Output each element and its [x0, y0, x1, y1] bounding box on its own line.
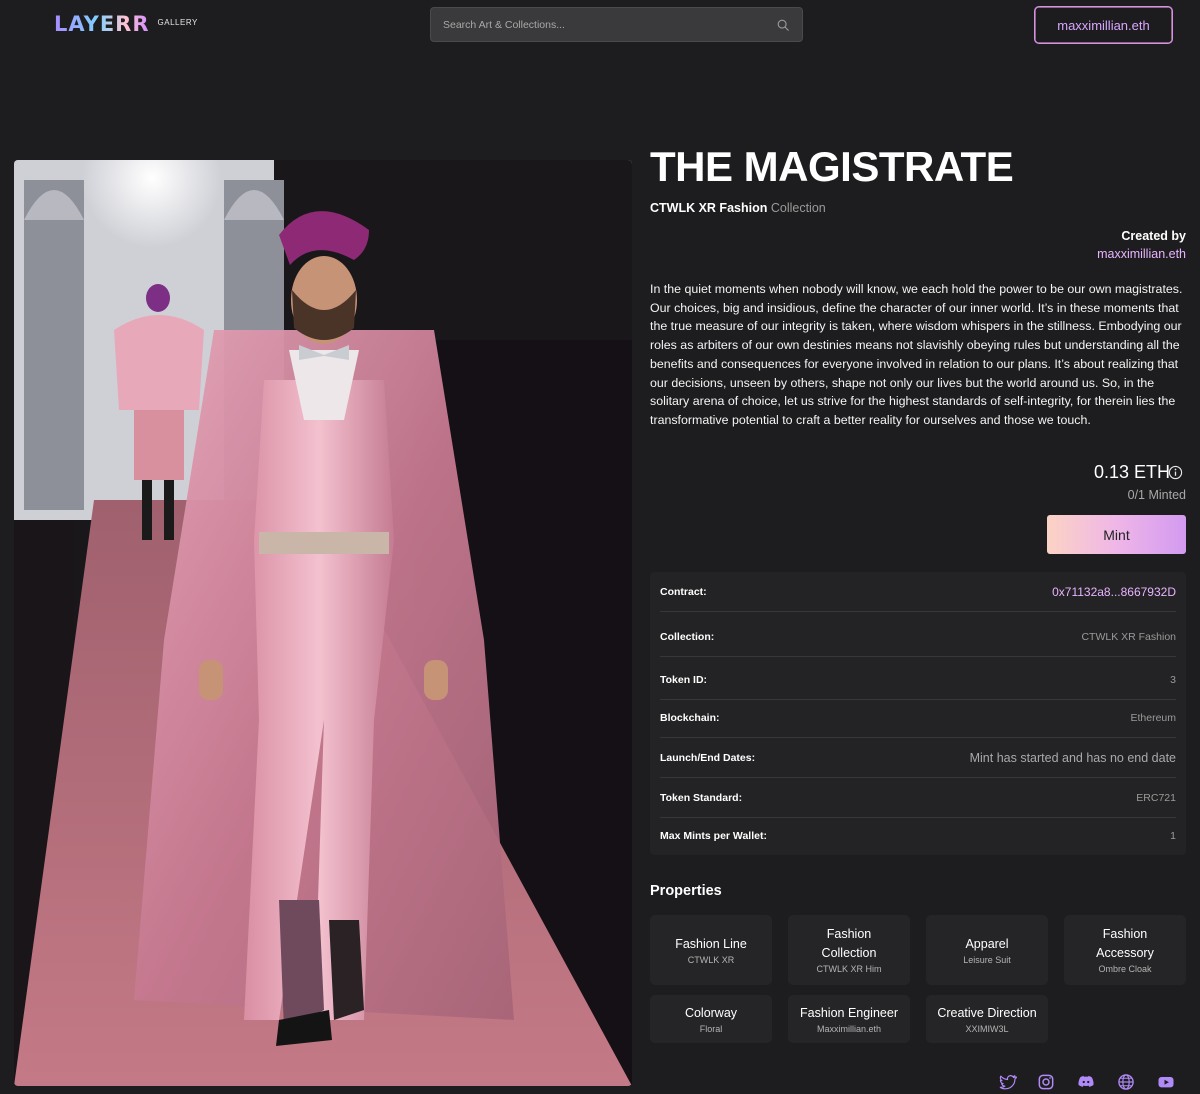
instagram-icon[interactable]: [1036, 1072, 1056, 1092]
search-input[interactable]: [443, 18, 776, 31]
detail-value: 1: [1170, 830, 1176, 842]
property-card: Creative Direction XXIMIW3L: [926, 995, 1048, 1043]
detail-label: Token ID:: [660, 673, 708, 686]
detail-label: Collection:: [660, 630, 715, 643]
detail-row-max-mints: Max Mints per Wallet: 1: [660, 816, 1176, 856]
property-value: Floral: [699, 1023, 723, 1034]
creator-link[interactable]: maxximillian.eth: [1097, 247, 1186, 261]
property-name: Creative Direction: [937, 1005, 1037, 1020]
contract-address-link[interactable]: 0x71132a8...8667932D: [1052, 585, 1176, 599]
properties-heading: Properties: [650, 883, 722, 899]
detail-value: ERC721: [1136, 791, 1176, 804]
mint-button[interactable]: Mint: [1047, 515, 1186, 554]
property-value: CTWLK XR: [687, 954, 735, 965]
detail-label: Max Mints per Wallet:: [660, 830, 767, 842]
property-name: Colorway: [684, 1005, 738, 1020]
youtube-icon[interactable]: [1156, 1072, 1176, 1092]
created-by-label: Created by: [1121, 229, 1186, 243]
detail-value: Ethereum: [1130, 711, 1176, 724]
detail-row-blockchain: Blockchain: Ethereum: [660, 698, 1176, 738]
detail-label: Token Standard:: [660, 791, 743, 804]
property-card: Fashion Collection CTWLK XR Him: [788, 915, 910, 985]
artwork-image: [14, 160, 632, 1086]
detail-row-launch-dates: Launch/End Dates: Mint has started and h…: [660, 738, 1176, 778]
property-value: Ombre Cloak: [1098, 964, 1152, 974]
property-value: XXIMIW3L: [965, 1023, 1009, 1034]
property-value: Maxximillian.eth: [816, 1023, 882, 1034]
logo-subtitle: GALLERY: [157, 18, 198, 27]
info-icon[interactable]: [1168, 465, 1183, 480]
property-card: Colorway Floral: [650, 995, 772, 1043]
layerr-logo[interactable]: LAYERR GALLERY: [54, 12, 198, 36]
collection-line: CTWLK XR Fashion Collection: [650, 201, 826, 215]
price: 0.13 ETH: [1093, 462, 1170, 482]
details-table: Contract: 0x71132a8...8667932D Collectio…: [650, 572, 1186, 855]
detail-value: CTWLK XR Fashion: [1081, 630, 1176, 643]
property-value: CTWLK XR Him: [816, 964, 882, 974]
property-card: Apparel Leisure Suit: [926, 915, 1048, 985]
detail-label: Contract:: [660, 585, 707, 598]
collection-link[interactable]: CTWLK XR Fashion: [650, 201, 767, 215]
property-card: Fashion Accessory Ombre Cloak: [1064, 915, 1186, 985]
detail-label: Launch/End Dates:: [660, 751, 756, 764]
search-bar[interactable]: [430, 7, 803, 42]
detail-row-contract: Contract: 0x71132a8...8667932D: [660, 572, 1176, 612]
runway-illustration: [14, 160, 632, 1086]
top-header: LAYERR GALLERY maxximillian.eth: [0, 0, 1200, 50]
artwork-description: In the quiet moments when nobody will kn…: [650, 282, 1183, 427]
property-value: Leisure Suit: [963, 954, 1011, 965]
detail-value: Mint has started and has no end date: [969, 750, 1176, 765]
search-icon[interactable]: [776, 18, 790, 32]
artwork-title: THE MAGISTRATE: [650, 143, 1014, 190]
property-name: Apparel: [965, 936, 1009, 951]
collection-suffix: Collection: [770, 201, 826, 215]
detail-row-token-id: Token ID: 3: [660, 660, 1176, 700]
detail-value: 3: [1170, 673, 1176, 686]
logo-wordmark: LAYERR: [54, 12, 150, 36]
property-card: Fashion Engineer Maxximillian.eth: [788, 995, 910, 1043]
wallet-button[interactable]: maxximillian.eth: [1034, 6, 1173, 44]
property-name: Fashion Accessory: [1096, 927, 1154, 960]
discord-icon[interactable]: [1076, 1072, 1096, 1092]
twitter-icon[interactable]: [997, 1072, 1017, 1092]
minted-count: 0/1 Minted: [1127, 488, 1186, 502]
detail-row-token-standard: Token Standard: ERC721: [660, 778, 1176, 818]
globe-icon[interactable]: [1116, 1072, 1136, 1092]
property-name: Fashion Engineer: [800, 1005, 898, 1020]
property-name: Fashion Collection: [821, 927, 877, 960]
detail-row-collection: Collection: CTWLK XR Fashion: [660, 617, 1176, 657]
detail-label: Blockchain:: [660, 711, 720, 724]
property-name: Fashion Line: [675, 936, 747, 951]
property-card: Fashion Line CTWLK XR: [650, 915, 772, 985]
